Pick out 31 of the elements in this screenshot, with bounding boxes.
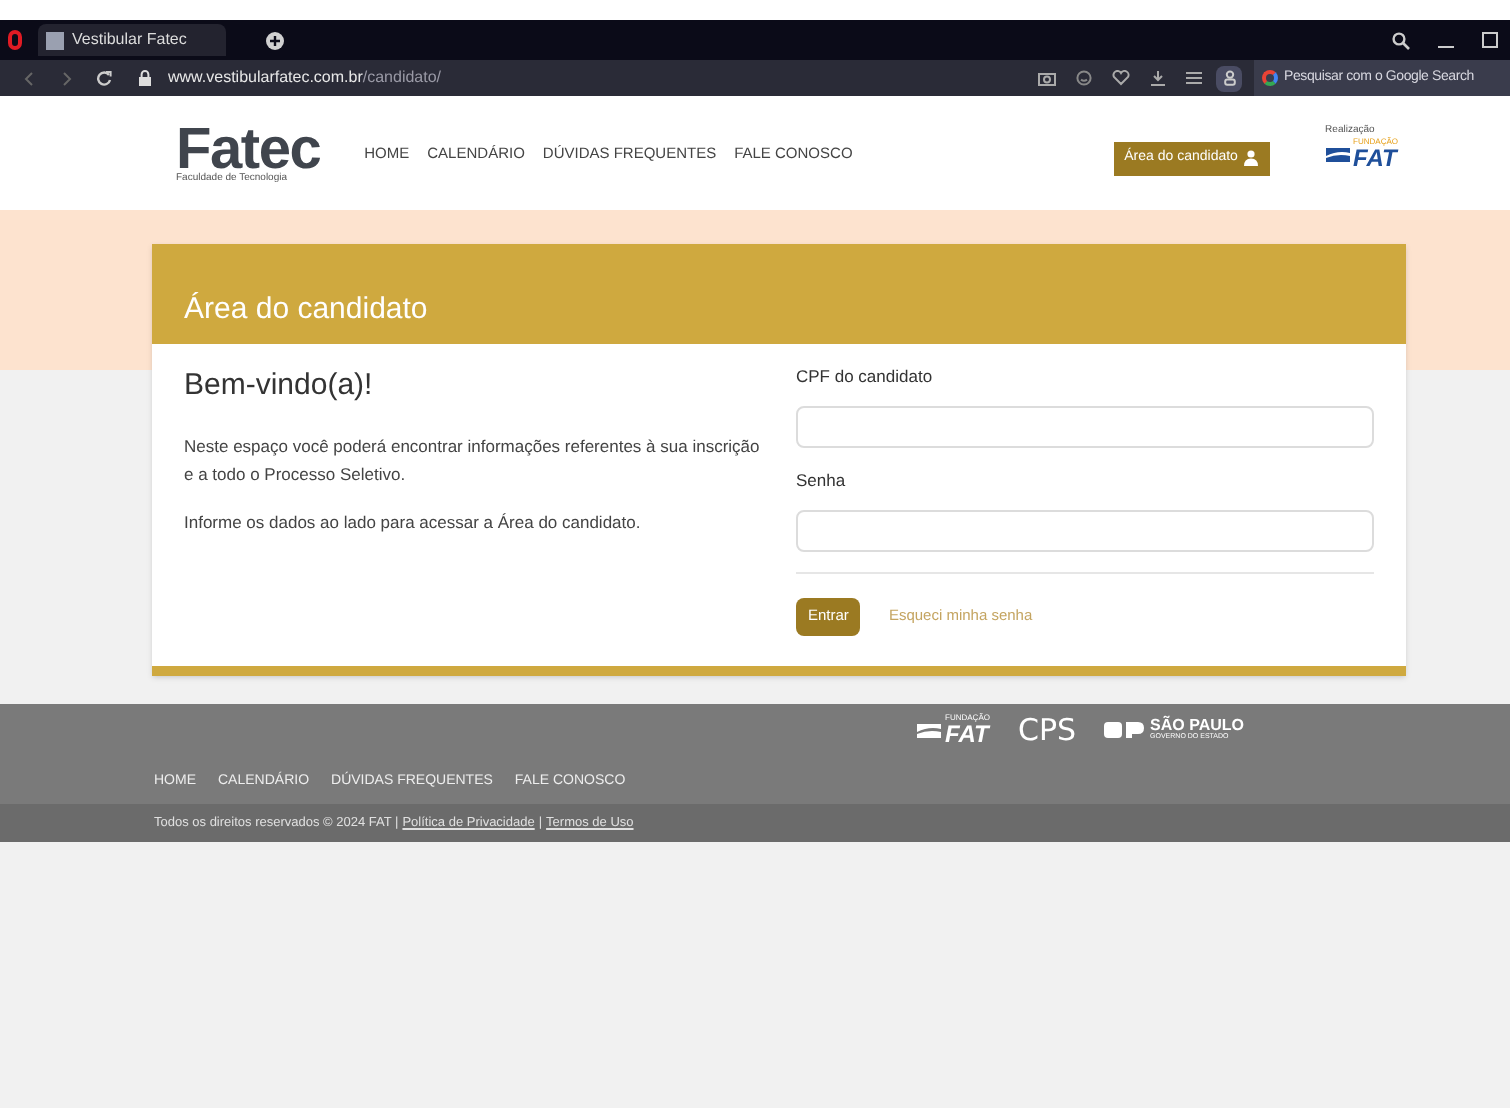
info-paragraph: Informe os dados ao lado para acessar a Área do candidato. (184, 509, 643, 535)
reload-icon[interactable] (96, 70, 112, 86)
browser-tab[interactable]: Vestibular Fatec (38, 24, 226, 56)
search-icon[interactable] (1392, 31, 1410, 49)
profile-icon[interactable] (1216, 65, 1242, 91)
input-field[interactable] (796, 509, 1374, 551)
lock-icon (138, 70, 152, 86)
google-logo-icon (1262, 70, 1278, 86)
info-paragraph: Neste espaço você poderá encontrar informações referentes à sua inscrição e a todo o Processo Seletivo. (184, 433, 762, 487)
new-tab-button[interactable] (266, 31, 284, 49)
address-bar[interactable]: www.vestibularfatec.com.br/candidato/ (168, 66, 442, 90)
minimize-button[interactable] (1438, 45, 1454, 47)
input-field[interactable] (796, 405, 1374, 448)
heart-icon[interactable] (1112, 70, 1130, 86)
fatec-logo[interactable]: Fatec (176, 126, 321, 174)
forward-icon[interactable] (62, 71, 72, 85)
download-icon[interactable] (1150, 70, 1166, 86)
tab-title: Vestibular Fatec (72, 28, 187, 52)
favicon-icon (46, 31, 64, 49)
welcome-heading: Bem-vindo(a)! (184, 366, 375, 406)
browser-logo-icon[interactable] (8, 30, 22, 50)
user-icon (1243, 150, 1258, 166)
card-title: Área do candidato (184, 289, 428, 329)
cps-logo: CPS (1017, 715, 1077, 745)
field-label: CPF do candidato (796, 364, 935, 390)
field-label: Senha (796, 467, 848, 493)
back-icon[interactable] (24, 71, 34, 85)
camera-icon[interactable] (1038, 70, 1056, 86)
menu-icon[interactable] (1186, 70, 1202, 86)
smiley-icon[interactable] (1076, 70, 1092, 86)
maximize-button[interactable] (1482, 32, 1498, 48)
